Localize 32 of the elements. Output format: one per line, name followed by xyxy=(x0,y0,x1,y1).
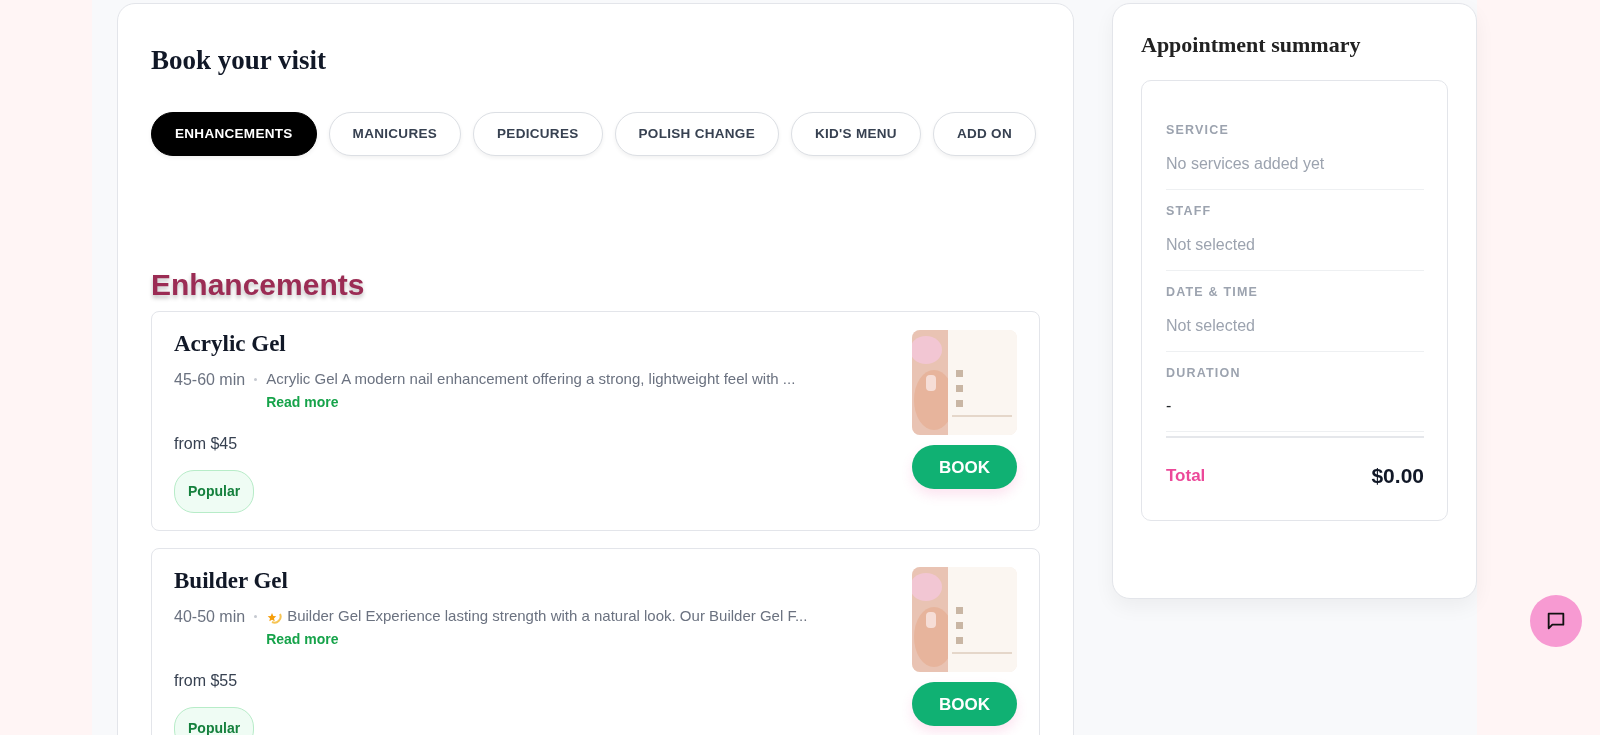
duration: 45-60 min xyxy=(174,370,246,390)
service-name: Acrylic Gel xyxy=(174,330,287,358)
category-tab[interactable]: KID'S MENU xyxy=(790,112,921,157)
category-tab[interactable]: POLISH CHANGE xyxy=(614,112,779,157)
total-amount: $0.00 xyxy=(1371,463,1424,490)
summary-label: DURATION xyxy=(1166,364,1242,382)
price: from $45 xyxy=(174,434,239,455)
page-title: Book your visit xyxy=(151,44,328,77)
duration: 40-50 min xyxy=(174,607,246,627)
separator-dot xyxy=(254,615,258,618)
section-heading: Enhancements xyxy=(151,268,366,302)
service-name: Builder Gel xyxy=(174,567,289,595)
price: from $55 xyxy=(174,671,239,692)
summary-value: Not selected xyxy=(1166,234,1256,255)
summary-label: SERVICE xyxy=(1166,122,1231,140)
summary-value: No services added yet xyxy=(1166,154,1326,175)
category-tab[interactable]: PEDICURES xyxy=(473,112,603,157)
category-tab[interactable]: ENHANCEMENTS xyxy=(151,112,317,157)
chat-button[interactable] xyxy=(1530,595,1582,647)
category-tab[interactable]: MANICURES xyxy=(328,112,462,157)
summary-value: - xyxy=(1166,396,1173,417)
summary-title: Appointment summary xyxy=(1141,32,1362,59)
summary-value: Not selected xyxy=(1166,315,1256,336)
summary-label: STAFF xyxy=(1166,203,1213,221)
popular-tag: Popular xyxy=(174,470,255,514)
service-description: Builder Gel Experience lasting strength with a natural look. Our Builder Gel F... xyxy=(287,606,808,626)
separator-dot xyxy=(254,378,258,381)
total-label: Total xyxy=(1166,465,1206,488)
chat-icon xyxy=(1545,610,1567,632)
category-tab[interactable]: ADD ON xyxy=(932,112,1036,157)
service-description: Acrylic Gel A modern nail enhancement offering a strong, lightweight feel with ... xyxy=(266,369,796,389)
summary-label: DATE & TIME xyxy=(1166,283,1260,301)
